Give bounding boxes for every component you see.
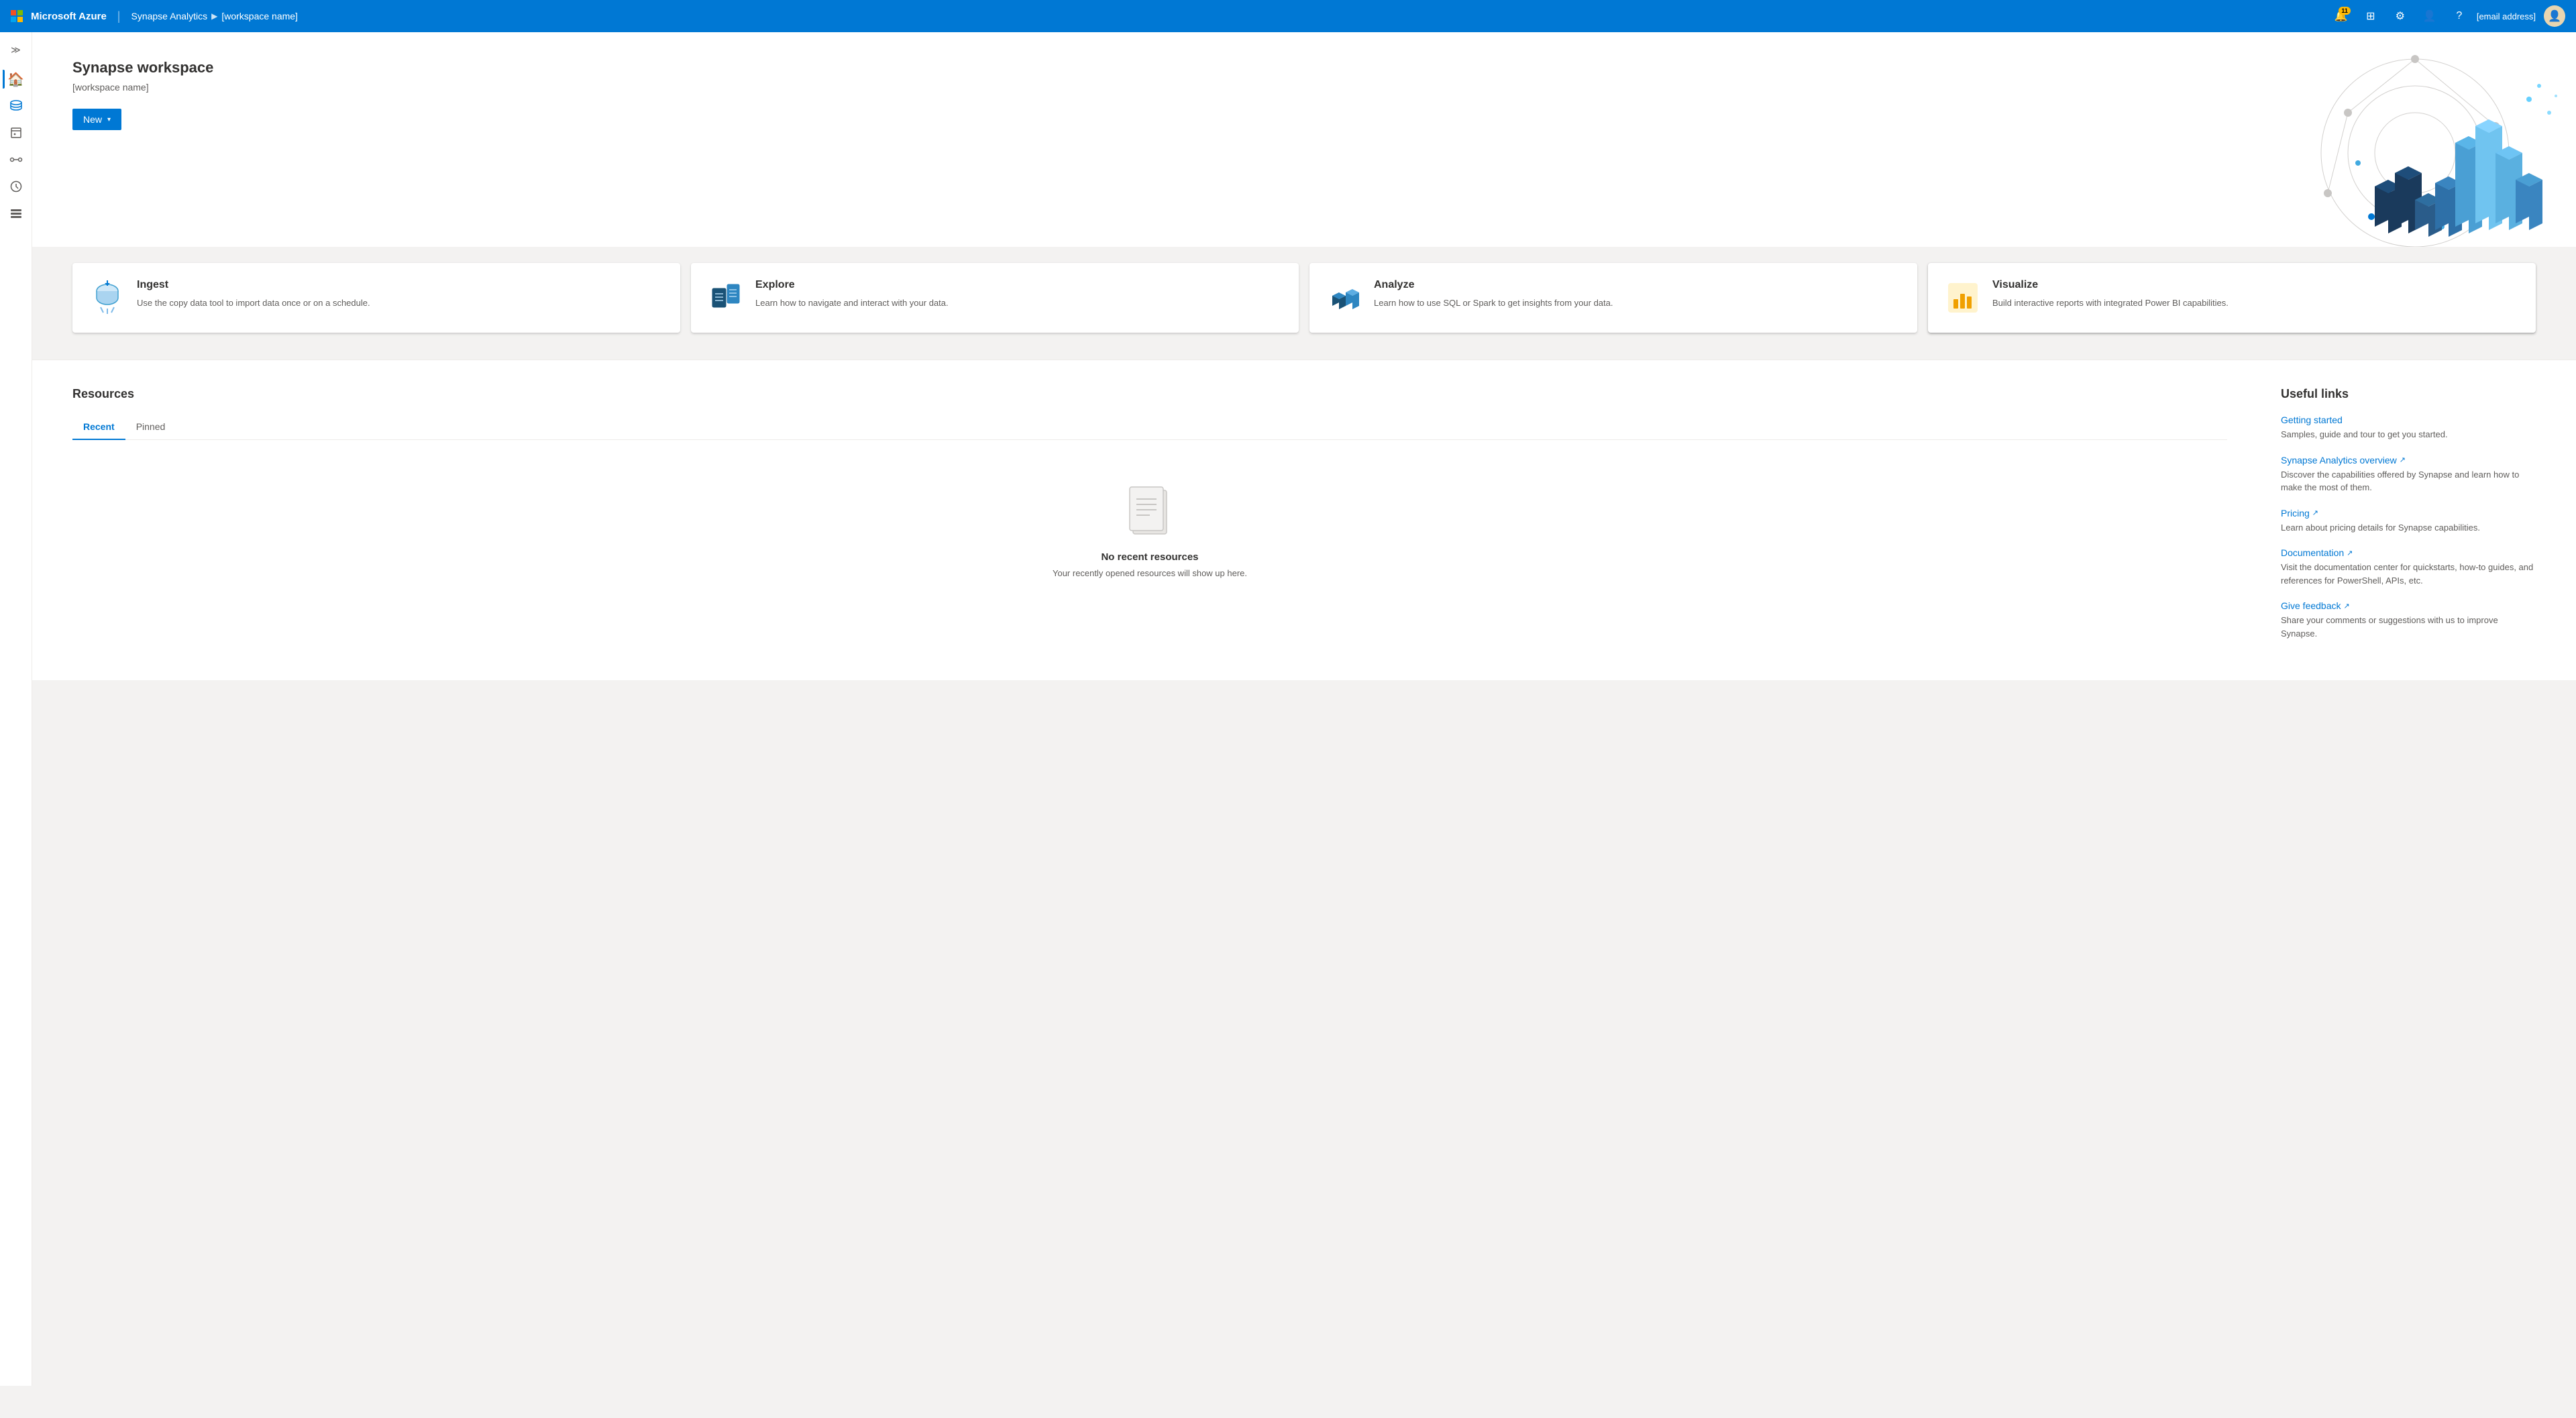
link-feedback-external-icon: ↗ bbox=[2344, 602, 2350, 610]
link-pricing: Pricing ↗ Learn about pricing details fo… bbox=[2281, 508, 2536, 535]
link-pricing-desc: Learn about pricing details for Synapse … bbox=[2281, 521, 2536, 535]
link-getting-started: Getting started Samples, guide and tour … bbox=[2281, 415, 2536, 441]
data-icon bbox=[9, 99, 23, 113]
avatar[interactable]: 👤 bbox=[2544, 5, 2565, 27]
develop-icon bbox=[9, 126, 23, 140]
resources-title: Resources bbox=[72, 387, 2227, 401]
empty-resources-desc: Your recently opened resources will show… bbox=[1053, 568, 1247, 578]
user-email: [email address] bbox=[2477, 11, 2536, 21]
link-pricing-external-icon: ↗ bbox=[2312, 508, 2318, 517]
link-overview-desc: Discover the capabilities offered by Syn… bbox=[2281, 468, 2536, 494]
card-ingest-desc: Use the copy data tool to import data on… bbox=[137, 296, 664, 310]
link-feedback-desc: Share your comments or suggestions with … bbox=[2281, 614, 2536, 640]
links-section: Useful links Getting started Samples, gu… bbox=[2281, 387, 2536, 653]
empty-resources-icon bbox=[1123, 480, 1177, 541]
monitor-icon bbox=[9, 180, 23, 193]
link-pricing-title[interactable]: Pricing ↗ bbox=[2281, 508, 2536, 519]
resources-tabs: Recent Pinned bbox=[72, 415, 2227, 440]
notification-badge: 11 bbox=[2339, 7, 2351, 15]
brand-separator: | bbox=[117, 9, 121, 23]
link-getting-started-desc: Samples, guide and tour to get you start… bbox=[2281, 428, 2536, 441]
link-overview-title[interactable]: Synapse Analytics overview ↗ bbox=[2281, 455, 2536, 466]
card-explore[interactable]: Explore Learn how to navigate and intera… bbox=[691, 263, 1299, 333]
card-analyze-body: Analyze Learn how to use SQL or Spark to… bbox=[1374, 279, 1901, 310]
empty-resources-title: No recent resources bbox=[1101, 551, 1198, 563]
card-ingest[interactable]: Ingest Use the copy data tool to import … bbox=[72, 263, 680, 333]
link-getting-started-title[interactable]: Getting started bbox=[2281, 415, 2536, 425]
integrate-icon bbox=[9, 153, 23, 166]
brand: Microsoft Azure bbox=[11, 10, 107, 22]
user-icon[interactable]: 👤 bbox=[2418, 4, 2442, 28]
bottom-section: Resources Recent Pinned No recen bbox=[32, 360, 2576, 680]
breadcrumb-workspace[interactable]: [workspace name] bbox=[221, 11, 298, 21]
new-button-chevron: ▾ bbox=[107, 116, 111, 123]
sidebar-item-integrate[interactable] bbox=[4, 148, 28, 172]
main-content: Synapse workspace [workspace name] New ▾ bbox=[32, 32, 2576, 1386]
sidebar-item-manage[interactable] bbox=[4, 201, 28, 225]
topnav-actions: 🔔 11 ⊞ ⚙ 👤 ? [email address] 👤 bbox=[2329, 4, 2565, 28]
ingest-icon bbox=[89, 279, 126, 317]
card-visualize-desc: Build interactive reports with integrate… bbox=[1992, 296, 2520, 310]
cards-row: Ingest Use the copy data tool to import … bbox=[72, 247, 2536, 333]
workspace-title: Synapse workspace bbox=[72, 59, 2536, 76]
link-documentation: Documentation ↗ Visit the documentation … bbox=[2281, 547, 2536, 587]
manage-icon bbox=[9, 207, 23, 220]
card-ingest-body: Ingest Use the copy data tool to import … bbox=[137, 279, 664, 310]
link-documentation-desc: Visit the documentation center for quick… bbox=[2281, 561, 2536, 587]
card-explore-body: Explore Learn how to navigate and intera… bbox=[755, 279, 1283, 310]
card-explore-title: Explore bbox=[755, 279, 1283, 291]
topnav: Microsoft Azure | Synapse Analytics ▶ [w… bbox=[0, 0, 2576, 32]
sidebar-item-home[interactable]: 🏠 bbox=[4, 67, 28, 91]
explore-icon bbox=[707, 279, 745, 317]
portal-switcher-icon[interactable]: ⊞ bbox=[2359, 4, 2383, 28]
card-explore-desc: Learn how to navigate and interact with … bbox=[755, 296, 1283, 310]
link-feedback-title[interactable]: Give feedback ↗ bbox=[2281, 600, 2536, 611]
tab-recent[interactable]: Recent bbox=[72, 415, 125, 440]
link-documentation-external-icon: ↗ bbox=[2347, 549, 2353, 557]
sidebar-item-monitor[interactable] bbox=[4, 174, 28, 199]
sidebar: ≫ 🏠 bbox=[0, 32, 32, 1386]
breadcrumb-arrow: ▶ bbox=[211, 11, 217, 21]
card-visualize-body: Visualize Build interactive reports with… bbox=[1992, 279, 2520, 310]
card-analyze-desc: Learn how to use SQL or Spark to get ins… bbox=[1374, 296, 1901, 310]
resources-section: Resources Recent Pinned No recen bbox=[72, 387, 2227, 653]
link-overview: Synapse Analytics overview ↗ Discover th… bbox=[2281, 455, 2536, 494]
cards-section: Ingest Use the copy data tool to import … bbox=[32, 247, 2576, 360]
empty-resources: No recent resources Your recently opened… bbox=[72, 440, 2227, 605]
settings-icon[interactable]: ⚙ bbox=[2388, 4, 2412, 28]
link-overview-external-icon: ↗ bbox=[2400, 455, 2406, 464]
brand-label: Microsoft Azure bbox=[31, 11, 107, 22]
workspace-name: [workspace name] bbox=[72, 82, 2536, 93]
card-ingest-title: Ingest bbox=[137, 279, 664, 291]
new-button-label: New bbox=[83, 114, 102, 125]
card-visualize-title: Visualize bbox=[1992, 279, 2520, 291]
breadcrumb: Synapse Analytics ▶ [workspace name] bbox=[131, 11, 297, 21]
link-documentation-title[interactable]: Documentation ↗ bbox=[2281, 547, 2536, 558]
card-analyze[interactable]: Analyze Learn how to use SQL or Spark to… bbox=[1309, 263, 1917, 333]
help-icon[interactable]: ? bbox=[2447, 4, 2471, 28]
card-visualize[interactable]: Visualize Build interactive reports with… bbox=[1928, 263, 2536, 333]
new-button[interactable]: New ▾ bbox=[72, 109, 121, 130]
link-feedback: Give feedback ↗ Share your comments or s… bbox=[2281, 600, 2536, 640]
analyze-icon bbox=[1326, 279, 1363, 317]
notification-icon[interactable]: 🔔 11 bbox=[2329, 4, 2353, 28]
ms-logo-icon bbox=[11, 10, 23, 22]
visualize-icon bbox=[1944, 279, 1982, 317]
app-layout: ≫ 🏠 Synapse workspace [workspace name] N… bbox=[0, 32, 2576, 1386]
tab-pinned[interactable]: Pinned bbox=[125, 415, 176, 440]
links-title: Useful links bbox=[2281, 387, 2536, 401]
hero-text: Synapse workspace [workspace name] New ▾ bbox=[72, 59, 2536, 130]
card-analyze-title: Analyze bbox=[1374, 279, 1901, 291]
sidebar-item-develop[interactable] bbox=[4, 121, 28, 145]
sidebar-toggle[interactable]: ≫ bbox=[4, 38, 28, 62]
breadcrumb-app[interactable]: Synapse Analytics bbox=[131, 11, 207, 21]
sidebar-item-data[interactable] bbox=[4, 94, 28, 118]
